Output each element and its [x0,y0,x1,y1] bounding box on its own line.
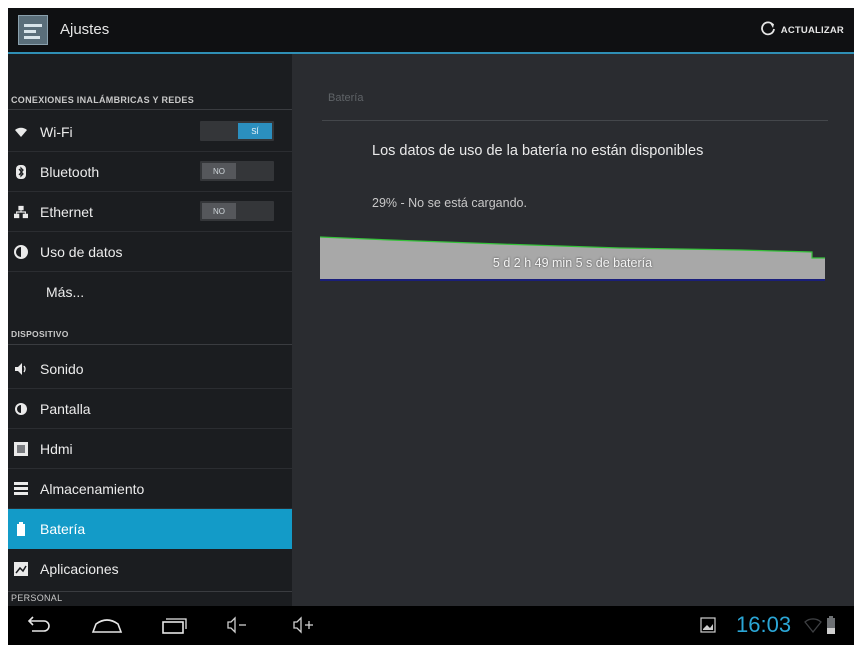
apps-icon [14,562,28,576]
volume-up-icon [293,616,313,634]
action-bar: Ajustes ACTUALIZAR [8,8,854,54]
sidebar-item-ethernet[interactable]: Ethernet NO [8,192,292,232]
refresh-label: ACTUALIZAR [780,24,844,36]
divider [322,120,828,121]
sidebar-item-more[interactable]: Más... [8,272,292,312]
refresh-icon [759,20,777,41]
screen: Ajustes ACTUALIZAR CONEXIONES INALÁMBRIC… [8,8,854,645]
sidebar-item-data-usage[interactable]: Uso de datos [8,232,292,272]
wifi-icon [14,125,28,139]
battery-status-text: 29% - No se está cargando. [372,196,527,210]
sidebar-item-sound[interactable]: Sonido [8,349,292,389]
wifi-signal-icon [804,617,822,638]
recent-apps-button[interactable] [158,612,188,638]
volume-down-button[interactable] [224,612,254,638]
home-button[interactable] [90,612,123,638]
home-icon [91,619,123,633]
battery-icon [14,521,28,536]
recent-apps-icon [162,618,187,634]
battery-panel: Batería Los datos de uso de la batería n… [292,54,854,606]
sidebar-item-apps[interactable]: Aplicaciones [8,549,292,589]
bluetooth-icon [14,164,28,179]
bluetooth-toggle[interactable]: NO [200,161,274,181]
ethernet-toggle[interactable]: NO [200,201,274,221]
brightness-icon [14,402,28,416]
sidebar-item-battery[interactable]: Batería [8,509,292,549]
breadcrumb: Batería [328,92,364,104]
battery-time-label: 5 d 2 h 49 min 5 s de batería [492,256,653,270]
wifi-toggle[interactable]: SÍ [200,121,274,141]
back-button[interactable] [22,612,52,638]
sidebar-item-wifi[interactable]: Wi-Fi SÍ [8,112,292,152]
clock[interactable]: 16:03 [736,612,791,638]
volume-down-icon [227,616,246,634]
screenshot-notification-icon[interactable] [700,617,716,638]
sidebar-item-hdmi[interactable]: Hdmi [8,429,292,469]
speaker-icon [14,362,28,376]
settings-app-icon [18,15,48,45]
sidebar-item-storage[interactable]: Almacenamiento [8,469,292,509]
ethernet-icon [14,205,28,219]
sidebar-item-bluetooth[interactable]: Bluetooth NO [8,152,292,192]
sidebar-item-display[interactable]: Pantalla [8,389,292,429]
volume-up-button[interactable] [290,612,320,638]
system-bar: 16:03 [8,606,854,645]
back-icon [27,616,50,632]
settings-sidebar: CONEXIONES INALÁMBRICAS Y REDES Wi-Fi SÍ… [8,54,292,606]
storage-icon [14,482,28,496]
refresh-button[interactable]: ACTUALIZAR [759,19,844,41]
battery-status-icon [826,616,836,639]
app-title: Ajustes [60,21,110,38]
battery-usage-message: Los datos de uso de la batería no están … [372,143,704,159]
data-usage-icon [14,244,28,259]
hdmi-icon [14,441,28,456]
